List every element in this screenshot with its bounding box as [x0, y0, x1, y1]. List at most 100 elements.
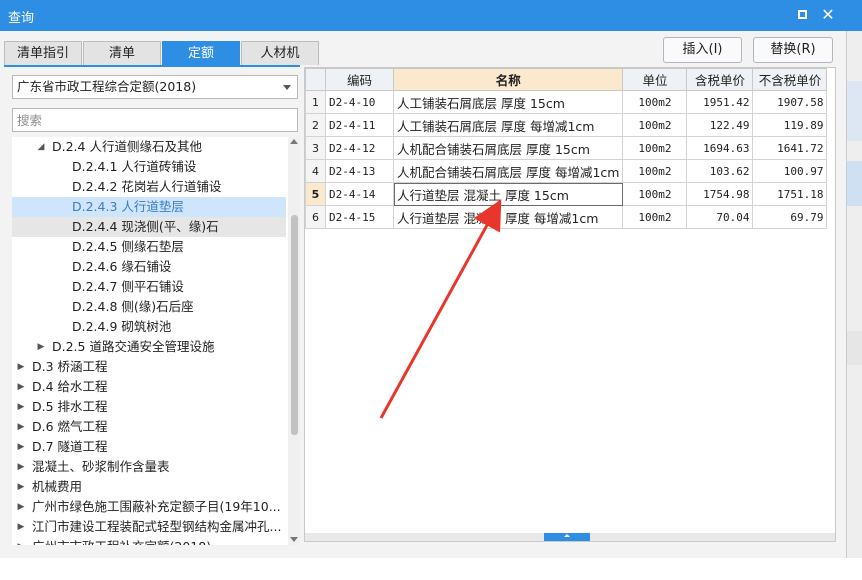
col-price-tax-header[interactable]: 含税单价	[686, 68, 754, 91]
quota-grid: 编码 名称 单位 含税单价 不含税单价 1 D2-4-10 人工铺装石屑底层 厚…	[304, 67, 836, 542]
tree-item-d-2-4-3[interactable]: D.2.4.3 人行道垫层	[12, 197, 286, 217]
collapsed-arrow-icon[interactable]: ▶	[16, 357, 26, 377]
collapsed-arrow-icon[interactable]: ▶	[16, 477, 26, 497]
tree-item-d-2-4-6[interactable]: D.2.4.6 缘石铺设	[12, 257, 286, 277]
cell-unit[interactable]: 100m2	[622, 113, 688, 137]
tree-item-label: D.2.4.2 花岗岩人行道铺设	[72, 179, 222, 194]
tree-item-d-2-4-1[interactable]: D.2.4.1 人行道砖铺设	[12, 157, 286, 177]
cell-name[interactable]: 人行道垫层 混凝土 厚度 每增减1cm	[392, 205, 624, 229]
insert-button[interactable]: 插入(I)	[663, 37, 742, 63]
tree-item-d-3[interactable]: ▶ D.3 桥涵工程	[12, 357, 286, 377]
replace-button[interactable]: 替换(R)	[753, 37, 833, 63]
tab-bill[interactable]: 清单	[83, 41, 161, 65]
cell-price-tax[interactable]: 122.49	[686, 113, 754, 137]
tree-item-d-2-4-8[interactable]: D.2.4.8 侧(缘)石后座	[12, 297, 286, 317]
tab-underline	[4, 65, 300, 67]
cell-unit[interactable]: 100m2	[622, 136, 688, 160]
expanded-arrow-icon[interactable]: ◢	[36, 137, 46, 157]
tab-bill-guide[interactable]: 清单指引	[4, 41, 82, 65]
tab-labor-material-machine[interactable]: 人材机	[241, 41, 319, 65]
table-row[interactable]: 3 D2-4-12 人机配合铺装石屑底层 厚度 15cm 100m2 1694.…	[305, 136, 828, 160]
tree-item-d-7[interactable]: ▶ D.7 隧道工程	[12, 437, 286, 457]
tree-item-d-2-5[interactable]: ▶ D.2.5 道路交通安全管理设施	[12, 337, 286, 357]
cell-price-tax[interactable]: 1754.98	[686, 182, 754, 206]
collapsed-arrow-icon[interactable]: ▶	[16, 497, 26, 517]
col-name-header[interactable]: 名称	[392, 68, 624, 91]
cell-price-tax[interactable]: 1951.42	[686, 90, 754, 114]
scroll-up-icon[interactable]	[290, 139, 298, 144]
grid-horizontal-scrollbar[interactable]	[305, 533, 835, 541]
maximize-button[interactable]	[792, 5, 812, 25]
cell-unit[interactable]: 100m2	[622, 159, 688, 183]
cell-price-notax[interactable]: 100.97	[752, 159, 828, 183]
col-code-header[interactable]: 编码	[325, 68, 394, 91]
table-row-selected[interactable]: 5 D2-4-14 人行道垫层 混凝土 厚度 15cm 100m2 1754.9…	[305, 182, 828, 206]
row-index: 2	[305, 113, 326, 137]
scrollbar-grip[interactable]	[544, 533, 590, 541]
table-row[interactable]: 6 D2-4-15 人行道垫层 混凝土 厚度 每增减1cm 100m2 70.0…	[305, 205, 828, 229]
cell-code[interactable]: D2-4-13	[325, 159, 394, 183]
cell-price-tax[interactable]: 103.62	[686, 159, 754, 183]
cell-name[interactable]: 人工铺装石屑底层 厚度 每增减1cm	[392, 113, 624, 137]
close-button[interactable]: ✕	[818, 5, 838, 25]
cell-price-notax[interactable]: 1751.18	[752, 182, 828, 206]
table-row[interactable]: 1 D2-4-10 人工铺装石屑底层 厚度 15cm 100m2 1951.42…	[305, 90, 828, 114]
cell-price-notax[interactable]: 1907.58	[752, 90, 828, 114]
tree-item-d-6[interactable]: ▶ D.6 燃气工程	[12, 417, 286, 437]
col-price-notax-header[interactable]: 不含税单价	[752, 68, 828, 91]
tree-item-label: D.3 桥涵工程	[32, 359, 108, 374]
collapsed-arrow-icon[interactable]: ▶	[16, 417, 26, 437]
cell-code[interactable]: D2-4-15	[325, 205, 394, 229]
tree-item-guangzhou-municipal[interactable]: ▶ 广州市市政工程补充定额(2018)	[12, 537, 286, 545]
tree-scrollbar[interactable]	[288, 137, 300, 545]
collapsed-arrow-icon[interactable]: ▶	[16, 397, 26, 417]
quota-library-select[interactable]: 广东省市政工程综合定额(2018)	[12, 75, 298, 99]
cell-unit[interactable]: 100m2	[622, 182, 688, 206]
cell-code[interactable]: D2-4-12	[325, 136, 394, 160]
tab-quota[interactable]: 定额	[162, 41, 240, 65]
cell-name[interactable]: 人行道垫层 混凝土 厚度 15cm	[392, 182, 624, 206]
cell-unit[interactable]: 100m2	[622, 90, 688, 114]
cell-unit[interactable]: 100m2	[622, 205, 688, 229]
tree-item-guangzhou-green[interactable]: ▶ 广州市绿色施工围蔽补充定额子目(19年10...	[12, 497, 286, 517]
cell-code[interactable]: D2-4-10	[325, 90, 394, 114]
col-index-header	[305, 68, 326, 91]
tree-item-d-2-4-4[interactable]: D.2.4.4 现浇侧(平、缘)石	[12, 217, 286, 237]
tree-item-d-2-4-2[interactable]: D.2.4.2 花岗岩人行道铺设	[12, 177, 286, 197]
cell-price-notax[interactable]: 1641.72	[752, 136, 828, 160]
collapsed-arrow-icon[interactable]: ▶	[16, 537, 26, 545]
cell-name[interactable]: 人工铺装石屑底层 厚度 15cm	[392, 90, 624, 114]
collapsed-arrow-icon[interactable]: ▶	[36, 337, 46, 357]
collapsed-arrow-icon[interactable]: ▶	[16, 517, 26, 537]
table-row[interactable]: 4 D2-4-13 人机配合铺装石屑底层 厚度 每增减1cm 100m2 103…	[305, 159, 828, 183]
collapsed-arrow-icon[interactable]: ▶	[16, 377, 26, 397]
collapsed-arrow-icon[interactable]: ▶	[16, 437, 26, 457]
tree-item-label: 广州市市政工程补充定额(2018)	[32, 537, 211, 545]
cell-price-tax[interactable]: 70.04	[686, 205, 754, 229]
cell-price-notax[interactable]: 119.89	[752, 113, 828, 137]
cell-price-notax[interactable]: 69.79	[752, 205, 828, 229]
tree-item-jiangmen-steel[interactable]: ▶ 江门市建设工程装配式轻型钢结构金属冲孔...	[12, 517, 286, 537]
cell-code[interactable]: D2-4-11	[325, 113, 394, 137]
tree-item-label: D.2.4.6 缘石铺设	[72, 259, 172, 274]
tree-item-d-2-4-5[interactable]: D.2.4.5 侧缘石垫层	[12, 237, 286, 257]
tree-item-d-2-4-9[interactable]: D.2.4.9 砌筑树池	[12, 317, 286, 337]
col-unit-header[interactable]: 单位	[622, 68, 688, 91]
tree-item-d-2-4-7[interactable]: D.2.4.7 侧平石铺设	[12, 277, 286, 297]
tree-item-d-5[interactable]: ▶ D.5 排水工程	[12, 397, 286, 417]
tree-item-concrete-mortar[interactable]: ▶ 混凝土、砂浆制作含量表	[12, 457, 286, 477]
tree-item-d-4[interactable]: ▶ D.4 给水工程	[12, 377, 286, 397]
scroll-down-icon[interactable]	[290, 537, 298, 542]
cell-price-tax[interactable]: 1694.63	[686, 136, 754, 160]
cell-code[interactable]: D2-4-14	[325, 182, 394, 206]
tree-item-label: D.7 隧道工程	[32, 439, 108, 454]
tree-item-d-2-4[interactable]: ◢ D.2.4 人行道侧缘石及其他	[12, 137, 286, 157]
table-row[interactable]: 2 D2-4-11 人工铺装石屑底层 厚度 每增减1cm 100m2 122.4…	[305, 113, 828, 137]
cell-name[interactable]: 人机配合铺装石屑底层 厚度 每增减1cm	[392, 159, 624, 183]
collapsed-arrow-icon[interactable]: ▶	[16, 457, 26, 477]
scrollbar-thumb[interactable]	[291, 215, 298, 435]
tree-item-machinery-cost[interactable]: ▶ 机械费用	[12, 477, 286, 497]
cell-name[interactable]: 人机配合铺装石屑底层 厚度 15cm	[392, 136, 624, 160]
search-input[interactable]	[12, 108, 298, 132]
tree-item-label: D.2.4.3 人行道垫层	[72, 199, 184, 214]
